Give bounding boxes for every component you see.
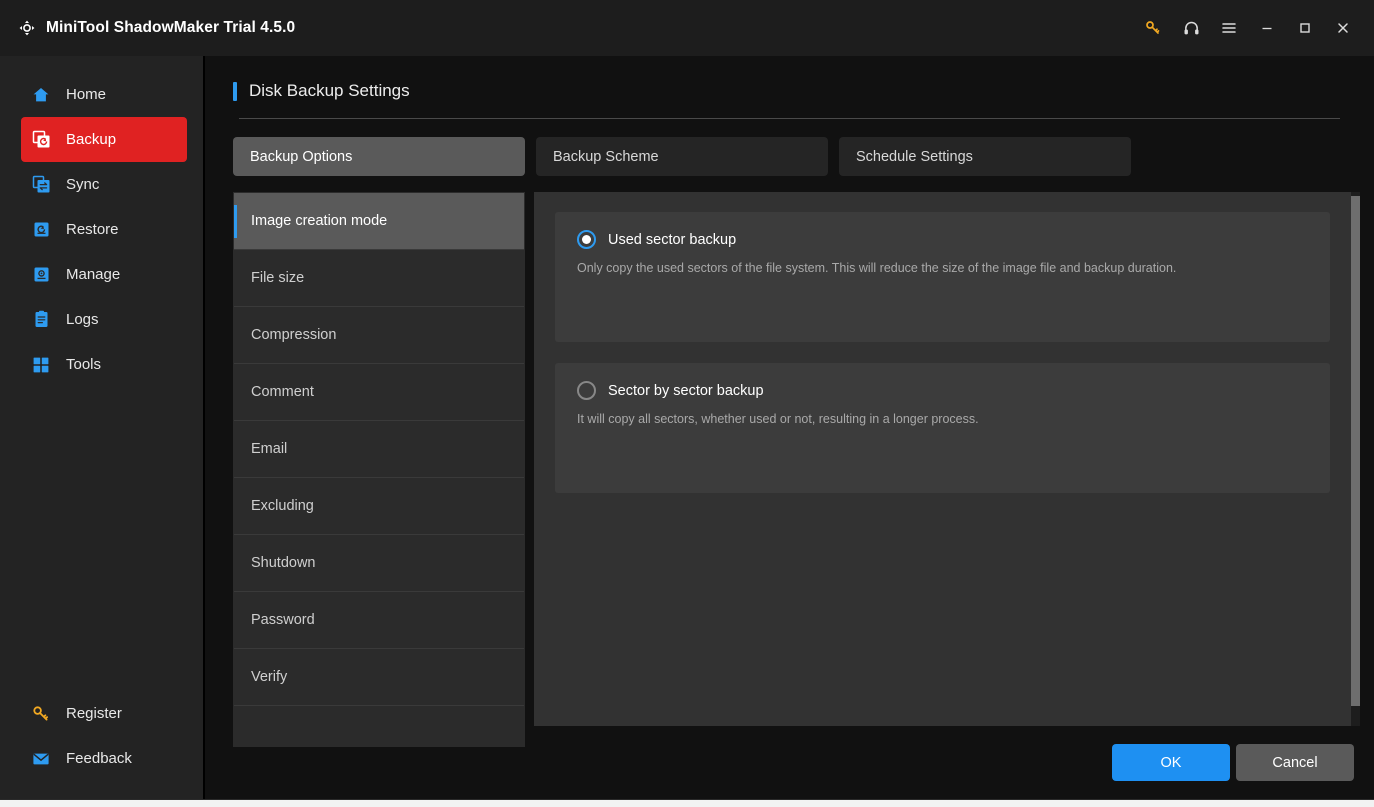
manage-icon [30, 264, 52, 286]
option-shutdown[interactable]: Shutdown [234, 535, 524, 592]
sidebar-label: Manage [66, 266, 121, 283]
ok-button[interactable]: OK [1112, 744, 1230, 781]
options-list: Image creation mode File size Compressio… [233, 192, 525, 747]
sidebar-item-feedback[interactable]: Feedback [21, 736, 187, 781]
sidebar-item-register[interactable]: Register [21, 691, 187, 736]
tab-label: Schedule Settings [856, 148, 973, 165]
option-label: Email [251, 441, 288, 457]
tab-backup-scheme[interactable]: Backup Scheme [536, 137, 828, 176]
app-window: MiniTool ShadowMaker Trial 4.5.0 Home Ba… [0, 0, 1374, 800]
app-title: MiniTool ShadowMaker Trial 4.5.0 [46, 19, 296, 36]
sidebar: Home Backup Sync Restore Manage Logs Too… [0, 56, 205, 799]
sidebar-item-backup[interactable]: Backup [21, 117, 187, 162]
option-password[interactable]: Password [234, 592, 524, 649]
option-label: Compression [251, 327, 337, 343]
sidebar-label: Restore [66, 221, 119, 238]
detail-scrollbar[interactable] [1351, 192, 1360, 726]
sidebar-label: Feedback [66, 750, 132, 767]
sidebar-label: Sync [66, 176, 100, 193]
tab-bar: Backup Options Backup Scheme Schedule Se… [205, 119, 1374, 176]
radio-description: Only copy the used sectors of the file s… [577, 261, 1177, 275]
title-accent-bar [233, 81, 237, 101]
radio-row: Sector by sector backup [577, 381, 1310, 400]
page-title: Disk Backup Settings [249, 81, 410, 100]
option-label: Image creation mode [251, 213, 388, 229]
tab-backup-options[interactable]: Backup Options [233, 137, 525, 176]
sync-icon [30, 174, 52, 196]
tab-label: Backup Scheme [553, 148, 659, 165]
option-comment[interactable]: Comment [234, 364, 524, 421]
option-compression[interactable]: Compression [234, 307, 524, 364]
settings-area: Image creation mode File size Compressio… [233, 192, 1360, 747]
radio-used-sector-backup[interactable] [577, 230, 596, 249]
option-verify[interactable]: Verify [234, 649, 524, 706]
option-label: File size [251, 270, 305, 286]
radio-card-used-sector-backup[interactable]: Used sector backup Only copy the used se… [555, 212, 1330, 342]
support-headset-icon[interactable] [1172, 11, 1210, 45]
logs-icon [30, 309, 52, 331]
sidebar-label: Register [66, 705, 122, 722]
option-detail-panel: Used sector backup Only copy the used se… [534, 192, 1360, 726]
sidebar-label: Backup [66, 131, 117, 148]
sidebar-item-restore[interactable]: Restore [21, 207, 187, 252]
option-excluding[interactable]: Excluding [234, 478, 524, 535]
close-icon[interactable] [1324, 11, 1362, 45]
radio-label: Used sector backup [608, 231, 737, 248]
options-list-filler [234, 706, 524, 746]
mail-icon [30, 748, 52, 770]
detail-scrollbar-thumb[interactable] [1351, 196, 1360, 706]
key-icon [30, 703, 52, 725]
cancel-button[interactable]: Cancel [1236, 744, 1354, 781]
register-key-icon[interactable] [1134, 11, 1172, 45]
radio-inner-dot [582, 235, 591, 244]
backup-icon [30, 129, 52, 151]
sidebar-item-tools[interactable]: Tools [21, 342, 187, 387]
maximize-icon[interactable] [1286, 11, 1324, 45]
tab-schedule-settings[interactable]: Schedule Settings [839, 137, 1131, 176]
sidebar-item-manage[interactable]: Manage [21, 252, 187, 297]
option-email[interactable]: Email [234, 421, 524, 478]
sidebar-nav: Home Backup Sync Restore Manage Logs Too… [0, 72, 203, 387]
option-label: Shutdown [251, 555, 316, 571]
option-label: Excluding [251, 498, 314, 514]
sidebar-item-logs[interactable]: Logs [21, 297, 187, 342]
sidebar-label: Home [66, 86, 107, 103]
radio-sector-by-sector-backup[interactable] [577, 381, 596, 400]
radio-card-sector-by-sector-backup[interactable]: Sector by sector backup It will copy all… [555, 363, 1330, 493]
restore-icon [30, 219, 52, 241]
home-icon [30, 84, 52, 106]
sidebar-item-home[interactable]: Home [21, 72, 187, 117]
sidebar-label: Logs [66, 311, 99, 328]
tab-label: Backup Options [250, 148, 353, 165]
page-title-row: Disk Backup Settings [233, 78, 1358, 104]
option-image-creation-mode[interactable]: Image creation mode [234, 193, 524, 250]
option-label: Verify [251, 669, 288, 685]
radio-inner-dot [582, 386, 591, 395]
tools-icon [30, 354, 52, 376]
title-bar: MiniTool ShadowMaker Trial 4.5.0 [0, 0, 1374, 56]
page-header: Disk Backup Settings [205, 56, 1374, 119]
option-label: Comment [251, 384, 314, 400]
option-label: Password [251, 612, 315, 628]
sidebar-bottom-nav: Register Feedback [0, 691, 203, 799]
radio-row: Used sector backup [577, 230, 1310, 249]
sidebar-label: Tools [66, 356, 102, 373]
minimize-icon[interactable] [1248, 11, 1286, 45]
option-file-size[interactable]: File size [234, 250, 524, 307]
main-content: Disk Backup Settings Backup Options Back… [205, 56, 1374, 799]
radio-label: Sector by sector backup [608, 382, 764, 399]
sidebar-item-sync[interactable]: Sync [21, 162, 187, 207]
shadowmaker-logo-icon [16, 17, 38, 39]
window-body: Home Backup Sync Restore Manage Logs Too… [0, 56, 1374, 799]
menu-hamburger-icon[interactable] [1210, 11, 1248, 45]
radio-description: It will copy all sectors, whether used o… [577, 412, 979, 426]
